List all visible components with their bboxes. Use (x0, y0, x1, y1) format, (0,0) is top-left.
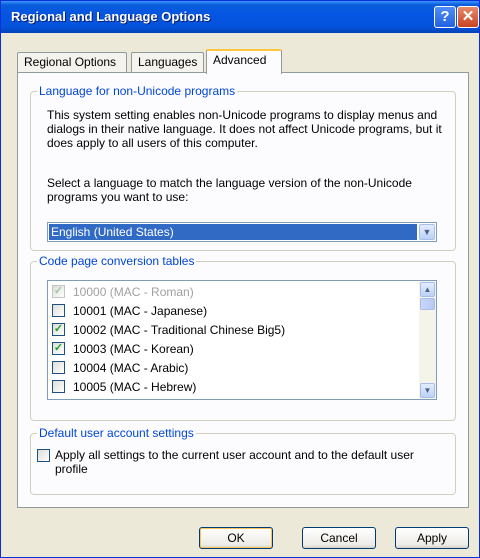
list-item[interactable]: 10005 (MAC - Hebrew) (52, 378, 196, 396)
title-bar[interactable]: Regional and Language Options ? ✕ (1, 1, 479, 33)
list-item-label: 10002 (MAC - Traditional Chinese Big5) (73, 323, 286, 337)
list-item[interactable]: ✓ 10002 (MAC - Traditional Chinese Big5) (52, 321, 285, 339)
code-page-group: Code page conversion tables ✓ 10000 (MAC … (30, 254, 456, 421)
checkbox[interactable]: ✓ (52, 342, 65, 356)
checkbox[interactable] (52, 380, 65, 394)
apply-to-default-label[interactable]: Apply all settings to the current user a… (55, 448, 445, 476)
non-unicode-description: This system setting enables non-Unicode … (47, 108, 442, 150)
ok-button[interactable]: OK (199, 527, 273, 549)
code-page-list[interactable]: ✓ 10000 (MAC - Roman) 10001 (MAC - Japane… (47, 280, 437, 400)
tab-languages[interactable]: Languages (131, 52, 204, 73)
apply-to-default-checkbox[interactable] (37, 449, 50, 462)
list-item-label: 10001 (MAC - Japanese) (73, 304, 208, 318)
scroll-up-icon[interactable]: ▲ (420, 282, 435, 297)
language-select[interactable]: English (United States) ▼ (47, 222, 437, 242)
window-title: Regional and Language Options (11, 9, 211, 24)
list-item-label: 10000 (MAC - Roman) (73, 285, 194, 299)
tab-advanced[interactable]: Advanced (206, 49, 282, 74)
close-button[interactable]: ✕ (457, 6, 479, 28)
tab-panel-advanced: Language for non-Unicode programs This s… (17, 72, 469, 508)
list-item-label: 10003 (MAC - Korean) (73, 342, 194, 356)
cancel-button[interactable]: Cancel (302, 527, 376, 549)
help-button[interactable]: ? (434, 6, 456, 28)
tab-regional-options[interactable]: Regional Options (17, 52, 127, 73)
list-item-label: 10004 (MAC - Arabic) (73, 361, 189, 375)
checkbox[interactable]: ✓ (52, 285, 65, 299)
checkbox[interactable] (52, 361, 65, 375)
dialog-window: Regional and Language Options ? ✕ Region… (0, 0, 480, 558)
select-language-prompt: Select a language to match the language … (47, 176, 412, 204)
chevron-down-icon[interactable]: ▼ (419, 224, 435, 240)
list-item[interactable]: ✓ 10003 (MAC - Korean) (52, 340, 194, 358)
non-unicode-legend: Language for non-Unicode programs (37, 84, 238, 98)
scroll-thumb[interactable] (420, 298, 435, 310)
scroll-down-icon[interactable]: ▼ (420, 383, 435, 398)
checkbox[interactable] (52, 304, 65, 318)
list-item[interactable]: 10001 (MAC - Japanese) (52, 302, 207, 320)
list-item[interactable]: ✓ 10000 (MAC - Roman) (52, 283, 194, 301)
vertical-scrollbar[interactable]: ▲ ▼ (419, 281, 436, 399)
default-user-legend: Default user account settings (37, 426, 196, 440)
checkbox[interactable]: ✓ (52, 323, 65, 337)
list-item-label: 10005 (MAC - Hebrew) (73, 380, 197, 394)
language-select-value: English (United States) (49, 224, 417, 240)
non-unicode-group: Language for non-Unicode programs This s… (30, 84, 456, 251)
list-item[interactable]: 10004 (MAC - Arabic) (52, 359, 188, 377)
default-user-group: Default user account settings Apply all … (30, 426, 456, 495)
code-page-legend: Code page conversion tables (37, 254, 197, 268)
apply-button[interactable]: Apply (395, 527, 469, 549)
